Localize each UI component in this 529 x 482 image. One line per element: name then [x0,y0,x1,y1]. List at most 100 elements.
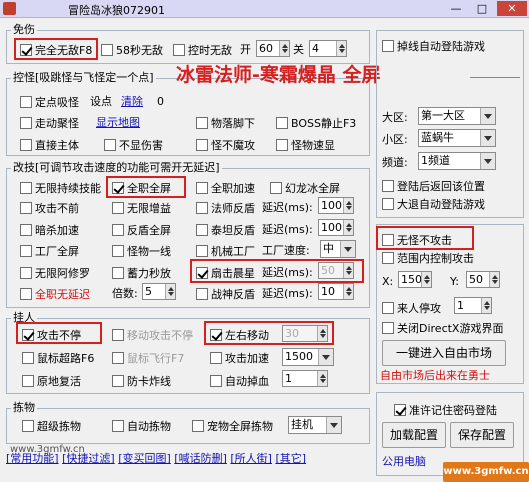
checkbox-box[interactable] [196,138,208,151]
checkbox-box[interactable] [20,95,32,108]
checkbox-box[interactable] [270,181,282,194]
checkbox-return-position[interactable]: 登陆后返回该位置 [382,178,485,193]
checkbox-box[interactable] [112,244,124,257]
visitor-spinner[interactable]: 1 [454,297,492,314]
checkbox-dragon-fullscreen[interactable]: 幻龙冰全屏 [270,180,340,195]
checkbox-factory-fullscreen[interactable]: 工厂全屏 [20,243,79,258]
drop-hp-spinner[interactable]: 1 [282,370,328,387]
checkbox-hide-damage[interactable]: 不显伤害 [104,137,163,152]
checkbox-all-job-speed[interactable]: 全职加速 [196,180,255,195]
footer-common[interactable]: [常用功能] [6,452,59,465]
channel-select[interactable]: 1频道 [418,152,496,170]
checkbox-box[interactable] [276,138,288,151]
checkbox-walk-pull[interactable]: 走动聚怪 [20,115,79,130]
clear-point-link[interactable]: 清除 [121,94,143,109]
delay-spinner-4[interactable]: 10 [318,283,354,300]
factory-speed-select[interactable]: 中 [320,240,356,258]
checkbox-box[interactable] [20,43,32,56]
checkbox-drop-under[interactable]: 物落脚下 [196,115,255,130]
checkbox-box[interactable] [104,138,116,151]
checkbox-fan-star[interactable]: 扇击晨星 [196,265,255,280]
checkbox-assassin-speed[interactable]: 暗杀加速 [20,222,79,237]
checkbox-infinite-asura[interactable]: 无限阿修罗 [20,265,90,280]
checkbox-auto-drop-hp[interactable]: 自动掉血 [210,373,269,388]
checkbox-box[interactable] [112,351,124,364]
checkbox-box[interactable] [20,266,32,279]
load-config-button[interactable]: 加载配置 [382,422,446,448]
checkbox-box[interactable] [112,201,124,214]
checkbox-titan-reflect[interactable]: 泰坦反盾 [196,222,255,237]
checkbox-remember-password[interactable]: 准许记住密码登陆 [394,402,497,417]
checkbox-box[interactable] [20,223,32,236]
checkbox-box[interactable] [196,223,208,236]
checkbox-range-attack[interactable]: 范围内控制攻击 [382,250,474,265]
checkbox-infinite-gain[interactable]: 无限增益 [112,200,171,215]
checkbox-box[interactable] [112,266,124,279]
close-spinner[interactable]: 4 [309,40,347,57]
set-point-link[interactable]: 设点 [90,94,112,109]
checkbox-super-pickup[interactable]: 超级拣物 [22,418,81,433]
checkbox-box[interactable] [20,181,32,194]
checkbox-move-attack[interactable]: 移动攻击不停 [112,327,193,342]
delay-spinner-3[interactable]: 50 [318,262,354,279]
attack-speed-select[interactable]: 1500 [282,348,334,366]
pickup-mode-select[interactable]: 挂机 [288,416,342,434]
checkbox-box[interactable] [196,287,208,300]
checkbox-anti-stuck[interactable]: 防卡炸线 [112,373,171,388]
checkbox-monster-line[interactable]: 怪物一线 [112,243,171,258]
save-config-button[interactable]: 保存配置 [450,422,514,448]
show-map-link[interactable]: 显示地图 [96,115,140,130]
checkbox-box[interactable] [196,266,208,279]
checkbox-58s-invincible[interactable]: 58秒无敌 [101,42,163,57]
x-spinner[interactable]: 150 [398,271,432,288]
checkbox-attack-no-advance[interactable]: 攻击不前 [20,200,79,215]
checkbox-box[interactable] [196,201,208,214]
checkbox-box[interactable] [192,419,204,432]
checkbox-box[interactable] [22,351,34,364]
checkbox-war-god-reflect[interactable]: 战神反盾 [196,286,255,301]
left-right-spinner[interactable]: 30 [282,325,328,342]
checkbox-box[interactable] [112,328,124,341]
footer-filter[interactable]: [快捷过滤] [62,452,115,465]
delay-spinner-1[interactable]: 100 [318,197,354,214]
checkbox-box[interactable] [382,197,394,210]
footer-street[interactable]: [所人街] [230,452,272,465]
checkbox-box[interactable] [382,179,394,192]
checkbox-auto-relogin[interactable]: 掉线自动登陆游戏 [382,38,485,53]
checkbox-box[interactable] [22,374,34,387]
checkbox-full-invincible[interactable]: 完全无敌F8 [20,42,92,57]
checkbox-box[interactable] [20,287,32,300]
checkbox-no-monster-no-attack[interactable]: 无怪不攻击 [382,232,452,247]
checkbox-box[interactable] [196,181,208,194]
checkbox-reflect-fullscreen[interactable]: 反盾全屏 [112,222,171,237]
checkbox-resurrect-in-place[interactable]: 原地复活 [22,373,81,388]
checkbox-box[interactable] [196,116,208,129]
checkbox-left-right-move[interactable]: 左右移动 [210,327,269,342]
checkbox-box[interactable] [210,374,222,387]
checkbox-box[interactable] [382,39,394,52]
checkbox-box[interactable] [101,43,113,56]
checkbox-box[interactable] [382,321,394,334]
checkbox-close-directx[interactable]: 关闭DirectX游戏界面 [382,320,503,335]
checkbox-monster-speed[interactable]: 怪物速显 [276,137,335,152]
checkbox-attack-speed[interactable]: 攻击加速 [210,350,269,365]
checkbox-charge-instant[interactable]: 蓄力秒放 [112,265,171,280]
enter-market-button[interactable]: 一键进入自由市场 [382,340,506,366]
checkbox-mouse-path[interactable]: 鼠标超路F6 [22,350,94,365]
checkbox-all-job-no-delay[interactable]: 全职无延迟 [20,286,90,301]
checkbox-box[interactable] [173,43,185,56]
checkbox-box[interactable] [276,116,288,129]
footer-other[interactable]: [其它] [275,452,306,465]
checkbox-all-job-fullscreen[interactable]: 全职全屏 [112,180,171,195]
checkbox-boss-freeze[interactable]: BOSS静止F3 [276,115,356,130]
close-button[interactable]: ✕ [497,1,527,16]
checkbox-box[interactable] [382,301,394,314]
checkbox-mage-reflect[interactable]: 法师反盾 [196,200,255,215]
checkbox-box[interactable] [22,328,34,341]
footer-return[interactable]: [变买回图] [118,452,171,465]
minimize-button[interactable]: — [444,1,468,16]
open-spinner[interactable]: 60 [256,40,290,57]
delay-spinner-2[interactable]: 100 [318,219,354,236]
checkbox-mech-factory[interactable]: 机械工厂 [196,243,255,258]
checkbox-direct-body[interactable]: 直接主体 [20,137,79,152]
